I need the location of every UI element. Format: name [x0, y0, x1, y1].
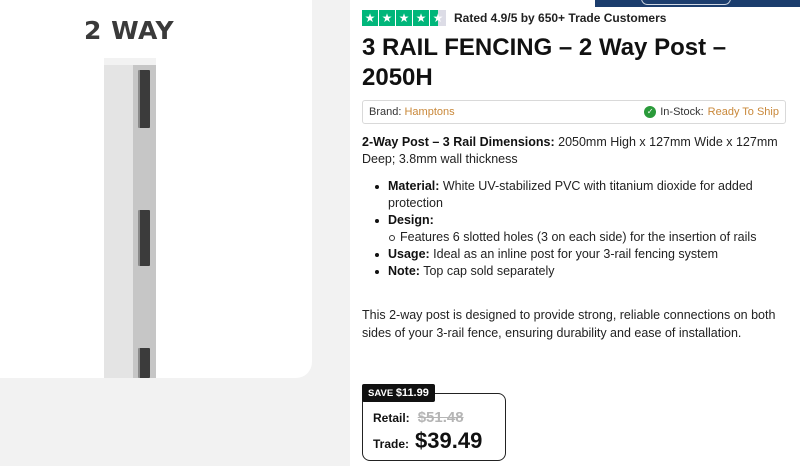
product-title: 3 RAIL FENCING – 2 Way Post – 2050H: [362, 34, 727, 91]
dimensions-label: 2-Way Post – 3 Rail Dimensions:: [362, 135, 555, 149]
brand-link[interactable]: Hamptons: [404, 106, 454, 118]
design-sub-text: Features 6 slotted holes (3 on each side…: [400, 230, 757, 244]
stock-status: ✓ In-Stock: Ready To Ship: [644, 106, 779, 118]
material-label: Material:: [388, 179, 440, 193]
rail-slot: [138, 70, 150, 128]
brand-stock-row: Brand: Hamptons ✓ In-Stock: Ready To Shi…: [362, 100, 786, 124]
product-image-card[interactable]: 2 WAY: [0, 0, 312, 378]
usage-text: Ideal as an inline post for your 3-rail …: [429, 247, 719, 261]
list-item: Material: White UV-stabilized PVC with t…: [362, 178, 792, 212]
star-icon: ★: [413, 10, 429, 26]
list-item: Usage: Ideal as an inline post for your …: [362, 246, 792, 263]
retail-label: Retail:: [373, 411, 410, 425]
star-icon: ★: [396, 10, 412, 26]
sub-list-item: Features 6 slotted holes (3 on each side…: [362, 229, 792, 246]
save-label: SAVE: [368, 388, 394, 399]
dimensions-text: 2-Way Post – 3 Rail Dimensions: 2050mm H…: [362, 134, 792, 168]
list-item: Note: Top cap sold separately: [362, 263, 792, 280]
trade-label: Trade:: [373, 437, 410, 451]
retail-price: $51.48: [417, 409, 464, 426]
trade-price-row: Trade: $39.49: [373, 428, 482, 454]
variant-label: 2 WAY: [84, 16, 175, 45]
header-search-pill[interactable]: [641, 0, 731, 5]
stock-label: In-Stock:: [660, 106, 704, 118]
note-label: Note:: [388, 264, 420, 278]
rating-stars: ★ ★ ★ ★ ★: [362, 10, 446, 26]
star-icon: ★: [379, 10, 395, 26]
material-text: White UV-stabilized PVC with titanium di…: [388, 179, 753, 210]
rating-text: Rated 4.9/5 by 650+ Trade Customers: [454, 11, 667, 25]
rail-slot: [138, 348, 150, 378]
star-icon: ★: [362, 10, 378, 26]
check-circle-icon: ✓: [644, 106, 657, 118]
brand-info: Brand: Hamptons: [369, 106, 455, 118]
star-half-icon: ★: [430, 10, 446, 26]
stock-value: Ready To Ship: [707, 106, 779, 118]
feature-list: Material: White UV-stabilized PVC with t…: [362, 178, 792, 280]
product-description: This 2-way post is designed to provide s…: [362, 308, 776, 340]
brand-label: Brand:: [369, 106, 402, 118]
save-badge: SAVE $11.99: [362, 384, 435, 402]
header-bar: [595, 0, 800, 7]
post-front-face: [104, 58, 133, 378]
usage-label: Usage:: [388, 247, 430, 261]
trade-price: $39.49: [415, 428, 483, 453]
post-top-edge: [104, 58, 156, 65]
list-item: Design:: [362, 212, 792, 229]
save-amount: $11.99: [395, 387, 429, 399]
retail-price-row: Retail: $51.48: [373, 409, 464, 426]
design-label: Design:: [388, 213, 434, 227]
product-image: [104, 58, 156, 378]
trust-rating[interactable]: ★ ★ ★ ★ ★ Rated 4.9/5 by 650+ Trade Cust…: [362, 10, 666, 26]
note-text: Top cap sold separately: [419, 264, 555, 278]
rail-slot: [138, 210, 150, 266]
